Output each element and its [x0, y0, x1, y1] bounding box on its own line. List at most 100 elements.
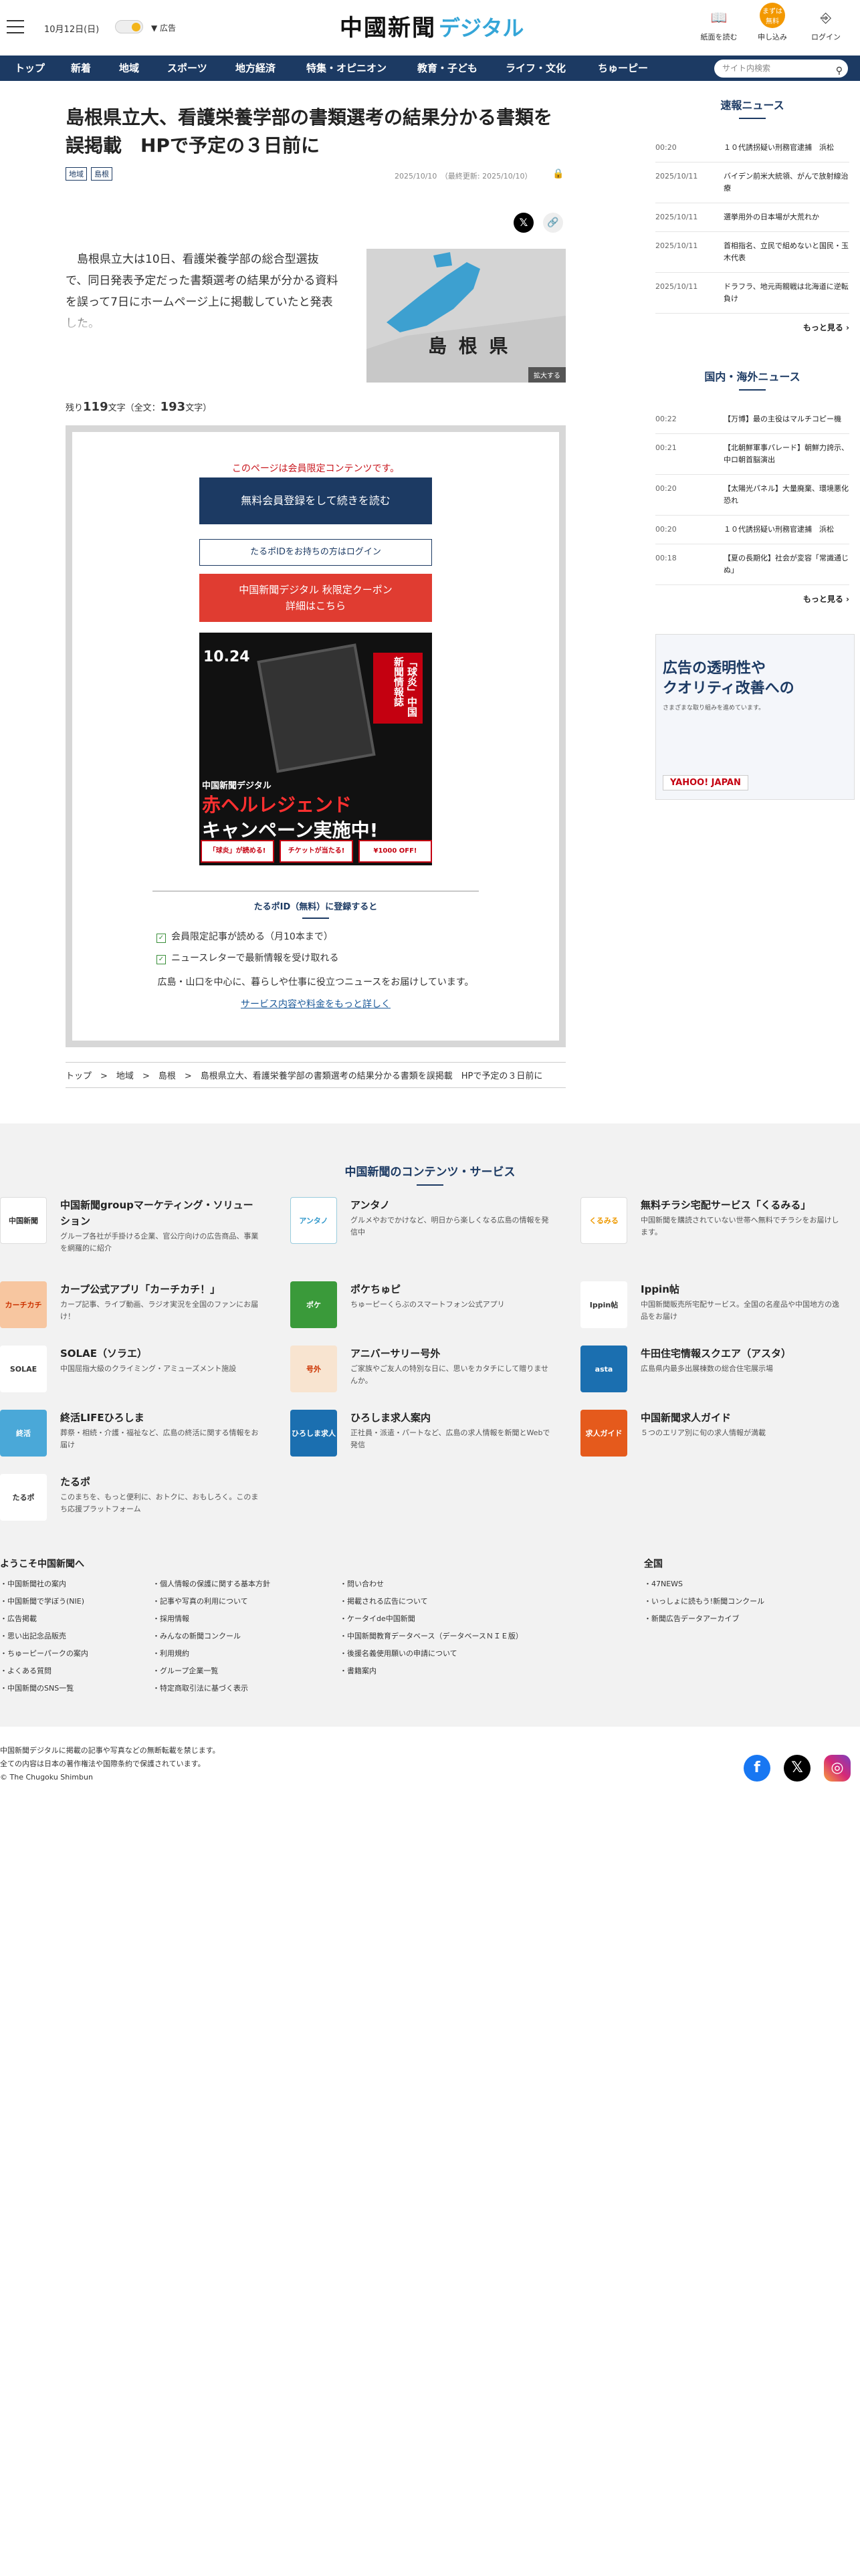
footer-link[interactable]: ・掲載される広告について	[340, 1593, 523, 1610]
login-label: ログイン	[811, 33, 841, 41]
nav-new[interactable]: 新着	[71, 56, 91, 81]
x-share-button[interactable]: 𝕏	[514, 213, 534, 233]
dark-mode-toggle[interactable]	[115, 20, 143, 33]
campaign-title: 赤ヘルレジェンド	[202, 794, 352, 816]
news-row[interactable]: 2025/10/11 首相指名、立民で組めないと国民・玉木代表	[655, 232, 849, 273]
campaign-banner[interactable]: 10.24 「球炎」中国新聞情報誌 中国新聞デジタル 赤ヘルレジェンド キャンペ…	[199, 633, 432, 865]
footer-link[interactable]: ・問い合わせ	[340, 1576, 523, 1593]
news-headline: 【万博】最の主役はマルチコピー機	[724, 415, 841, 423]
copyright: 中国新聞デジタルに掲載の記事や写真などの無断転載を禁じます。 全ての内容は日本の…	[0, 1744, 220, 1784]
news-row[interactable]: 00:18 【夏の長期化】社会が変容「常識通じぬ」	[655, 544, 849, 585]
tag-shimane[interactable]: 島根	[91, 167, 112, 181]
breadcrumb-top[interactable]: トップ	[66, 1071, 92, 1081]
lock-icon: 🔒	[552, 169, 564, 179]
nav-sports[interactable]: スポーツ	[167, 56, 207, 81]
footer-link[interactable]: ・中国新聞のSNS一覧	[0, 1680, 88, 1697]
breadcrumb-region[interactable]: 地域	[116, 1071, 134, 1081]
footer-link[interactable]: ・中国新聞教育データベース（データベースＮＩＥ版）	[340, 1628, 523, 1645]
news-row[interactable]: 00:21 【北朝鮮軍事パレード】朝鮮力誇示、中ロ朝首脳演出	[655, 434, 849, 475]
instagram-icon[interactable]: ◎	[824, 1755, 851, 1782]
footer-link[interactable]: ・利用規約	[152, 1645, 270, 1662]
x-icon[interactable]: 𝕏	[784, 1755, 811, 1782]
news-row[interactable]: 2025/10/11 バイデン前米大統領、がんで放射線治療	[655, 163, 849, 203]
footer-link[interactable]: ・書籍案内	[340, 1662, 523, 1680]
footer-link[interactable]: ・採用情報	[152, 1610, 270, 1628]
nav-top[interactable]: トップ	[15, 56, 45, 81]
footer-link[interactable]: ・特定商取引法に基づく表示	[152, 1680, 270, 1697]
news-row[interactable]: 00:20 １０代誘拐疑い刑務官逮捕 浜松	[655, 516, 849, 544]
search-icon[interactable]: ⚲	[836, 62, 843, 80]
ad-headline: 広告の透明性や クオリティ改善への	[663, 659, 794, 699]
footer-link[interactable]: ・いっしょに読もう!新聞コンクール	[644, 1593, 764, 1610]
remain-count: 119	[83, 400, 108, 414]
service-logo: 号外	[290, 1346, 337, 1392]
facebook-icon[interactable]: f	[744, 1755, 770, 1782]
news-time: 00:21	[655, 443, 677, 452]
publish-date: 2025/10/10 （最終更新: 2025/10/10）	[395, 171, 532, 181]
footer-link-label: 47NEWS	[651, 1580, 683, 1588]
shimane-map-svg	[366, 249, 566, 383]
breaking-more-link[interactable]: もっと見る ›	[655, 322, 849, 333]
login-button[interactable]: ⎆ ログイン	[802, 7, 849, 42]
map-image[interactable]: 島 根 県 拡大する	[366, 249, 566, 383]
nav-region[interactable]: 地域	[119, 56, 139, 81]
footer-link[interactable]: ・ケータイde中国新聞	[340, 1610, 523, 1628]
footer-link[interactable]: ・新聞広告データアーカイブ	[644, 1610, 764, 1628]
ad-toggle[interactable]: ▼ 広告	[151, 22, 176, 33]
footer-link[interactable]: ・広告掲載	[0, 1610, 88, 1628]
footer-link[interactable]: ・グループ企業一覧	[152, 1662, 270, 1680]
domestic-more-link[interactable]: もっと見る ›	[655, 593, 849, 605]
breadcrumb-shimane[interactable]: 島根	[158, 1071, 176, 1081]
news-headline: 【夏の長期化】社会が変容「常識通じぬ」	[724, 554, 849, 574]
nav-education[interactable]: 教育・子ども	[417, 56, 477, 81]
footer-link[interactable]: ・みんなの新聞コンクール	[152, 1628, 270, 1645]
service-desc: ちゅーピーくらぶのスマートフォン公式アプリ	[350, 1300, 505, 1309]
subscribe-button[interactable]: まずは無料 申し込み	[749, 3, 796, 42]
login-tarupo-button[interactable]: たるポIDをお持ちの方はログイン	[199, 539, 432, 566]
copy-link-button[interactable]: 🔗	[543, 213, 563, 233]
footer-link[interactable]: ・思い出記念品販売	[0, 1628, 88, 1645]
footer-link[interactable]: ・ちゅーピーパークの案内	[0, 1645, 88, 1662]
footer-link-label: 特定商取引法に基づく表示	[160, 1684, 248, 1693]
nav-opinion[interactable]: 特集・オピニオン	[306, 56, 387, 81]
register-benefits-heading-text: たるポID（無料）に登録すると	[253, 902, 378, 912]
service-desc: 中国新聞販売所宅配サービス。全国の名産品や中国地方の逸品をお届け	[641, 1300, 839, 1321]
footer-link[interactable]: ・よくある質問	[0, 1662, 88, 1680]
footer-link[interactable]: ・記事や写真の利用について	[152, 1593, 270, 1610]
sidebar-ad[interactable]: 広告の透明性や クオリティ改善への さまざまな取り組みを進めています。 YAHOO…	[655, 634, 855, 800]
footer-link[interactable]: ・中国新聞で学ぼう(NIE)	[0, 1593, 88, 1610]
service-name: 終活LIFEひろしま	[60, 1412, 144, 1424]
news-row[interactable]: 2025/10/11 ドラフラ、地元両親戦は北海道に逆転負け	[655, 273, 849, 314]
search-input[interactable]: サイト内検索 ⚲	[714, 60, 848, 78]
promo-card-2: チケットが当たる!	[280, 840, 353, 863]
remaining-chars: 残り119文字（全文：193文字）	[66, 400, 211, 414]
service-desc: ５つのエリア別に旬の求人情報が満載	[641, 1428, 766, 1437]
tag-region[interactable]: 地域	[66, 167, 87, 181]
site-logo[interactable]: 中國新聞 デジタル	[340, 9, 560, 44]
register-button[interactable]: 無料会員登録をして続きを読む	[199, 477, 432, 524]
footer-link[interactable]: ・47NEWS	[644, 1576, 764, 1593]
service-name: カープ公式アプリ「カーチカチ！」	[60, 1283, 221, 1295]
ad-brand-logo: YAHOO! JAPAN	[663, 775, 748, 790]
footer-link[interactable]: ・個人情報の保護に関する基本方針	[152, 1576, 270, 1593]
news-row[interactable]: 00:20 １０代誘拐疑い刑務官逮捕 浜松	[655, 134, 849, 163]
nav-life[interactable]: ライフ・文化	[506, 56, 566, 81]
menu-icon[interactable]	[7, 20, 24, 33]
news-headline: 【太陽光パネル】大量廃棄、環境悪化恐れ	[724, 484, 849, 505]
footer-link[interactable]: ・後援名義使用願いの申請について	[340, 1645, 523, 1662]
news-row[interactable]: 00:20 【太陽光パネル】大量廃棄、環境悪化恐れ	[655, 475, 849, 516]
footer-link-label: いっしょに読もう!新聞コンクール	[651, 1597, 765, 1606]
more-details-link[interactable]: サービス内容や料金をもっと詳しく	[72, 997, 559, 1010]
coupon-button[interactable]: 中国新聞デジタル 秋限定クーポン 詳細はこちら	[199, 574, 432, 622]
news-row[interactable]: 00:22 【万博】最の主役はマルチコピー機	[655, 405, 849, 434]
article-tags: 地域 島根	[66, 167, 116, 181]
footer-link[interactable]: ・中国新聞社の案内	[0, 1576, 88, 1593]
read-paper-button[interactable]: 📖 紙面を読む	[695, 7, 742, 42]
nav-chupy[interactable]: ちゅーピー	[598, 56, 648, 81]
nav-economy[interactable]: 地方経済	[235, 56, 276, 81]
zoom-button[interactable]: 拡大する	[528, 367, 566, 383]
domestic-news-title: 国内・海外ニュース	[704, 370, 800, 383]
service-logo: くるみる	[580, 1197, 627, 1244]
news-row[interactable]: 2025/10/11 選挙用外の日本場が大荒れか	[655, 203, 849, 232]
publish-date-value: 2025/10/10	[395, 172, 437, 181]
